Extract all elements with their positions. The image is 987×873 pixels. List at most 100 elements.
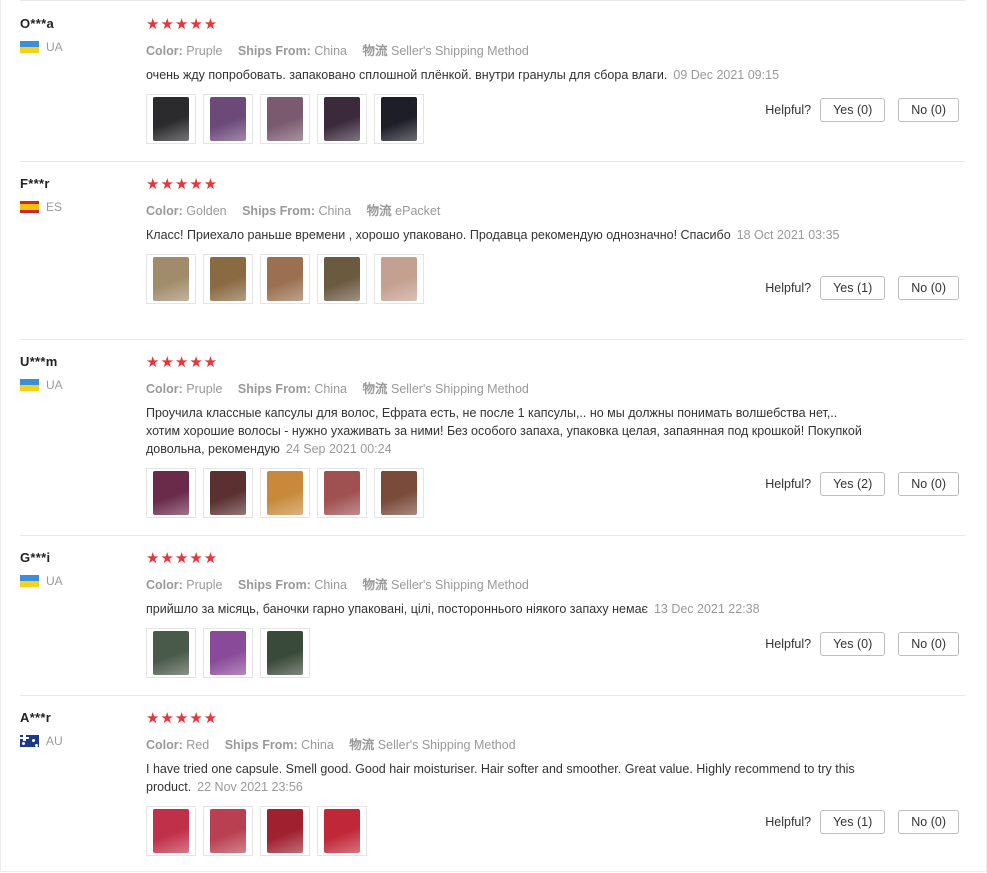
review-text: прийшло за місяць, баночки гарно упакова… [146, 600, 866, 618]
helpful-vote: Helpful? Yes (0) No (0) [765, 632, 959, 656]
review-photo[interactable] [203, 254, 253, 304]
reviewer-name: U***m [20, 354, 58, 369]
helpful-no-button[interactable]: No (0) [898, 632, 959, 656]
star-rating: ★★★★★ [146, 354, 219, 371]
photo-image [267, 471, 303, 515]
photo-image [381, 257, 417, 301]
review-photos [146, 94, 866, 144]
review-content: ★★★★★ Color: Golden Ships From: China 物流… [146, 176, 866, 304]
helpful-vote: Helpful? Yes (0) No (0) [765, 98, 959, 122]
review-photo[interactable] [260, 806, 310, 856]
review-content: ★★★★★ Color: Pruple Ships From: China 物流… [146, 16, 866, 144]
photo-image [267, 97, 303, 141]
photo-image [153, 471, 189, 515]
review-photo[interactable] [203, 468, 253, 518]
review-photo[interactable] [203, 628, 253, 678]
photo-image [210, 471, 246, 515]
photo-image [153, 257, 189, 301]
ukraine-flag-icon [20, 41, 39, 53]
helpful-yes-button[interactable]: Yes (1) [820, 276, 886, 300]
helpful-label: Helpful? [765, 281, 812, 295]
review-date: 18 Oct 2021 03:35 [736, 228, 840, 242]
ships-from-label: Ships From: [242, 204, 316, 218]
review-photo[interactable] [260, 254, 310, 304]
color-label: Color: [146, 382, 183, 396]
reviewer-country: AU [20, 734, 130, 748]
review-photo[interactable] [260, 468, 310, 518]
review-photo[interactable] [260, 628, 310, 678]
color-label: Color: [146, 204, 183, 218]
reviewer-info: G***i UA [20, 550, 130, 588]
review-meta: Color: Golden Ships From: China 物流 ePack… [146, 200, 866, 219]
review-body: прийшло за місяць, баночки гарно упакова… [146, 602, 648, 616]
helpful-yes-button[interactable]: Yes (0) [820, 632, 886, 656]
review-photo[interactable] [146, 94, 196, 144]
review-body: очень жду попробовать. запаковано сплошн… [146, 68, 668, 82]
logistics-label: 物流 [366, 204, 392, 218]
ships-from-value: China [314, 578, 347, 592]
reviewer-info: F***r ES [20, 176, 130, 214]
country-code: AU [46, 734, 63, 748]
helpful-yes-button[interactable]: Yes (1) [820, 810, 886, 834]
photo-image [210, 631, 246, 675]
review-photo[interactable] [146, 254, 196, 304]
review-photo[interactable] [146, 806, 196, 856]
helpful-no-button[interactable]: No (0) [898, 276, 959, 300]
review-photo[interactable] [374, 254, 424, 304]
reviewer-country: UA [20, 574, 130, 588]
color-value: Pruple [186, 578, 223, 592]
review-photo[interactable] [317, 806, 367, 856]
logistics-label: 物流 [362, 382, 388, 396]
helpful-yes-button[interactable]: Yes (2) [820, 472, 886, 496]
review-item: O***a UA ★★★★★ Color: Pruple Ships From:… [20, 2, 965, 162]
spain-flag-icon [20, 201, 39, 213]
review-photo[interactable] [203, 94, 253, 144]
photo-image [153, 97, 189, 141]
star-rating: ★★★★★ [146, 16, 219, 33]
ships-from-value: China [301, 738, 334, 752]
photo-image [324, 471, 360, 515]
reviewer-country: UA [20, 378, 130, 392]
color-value: Red [186, 738, 210, 752]
ships-from-label: Ships From: [237, 578, 311, 592]
review-date: 09 Dec 2021 09:15 [673, 68, 780, 82]
review-meta: Color: Pruple Ships From: China 物流 Selle… [146, 378, 866, 397]
review-photo[interactable] [260, 94, 310, 144]
helpful-no-button[interactable]: No (0) [898, 810, 959, 834]
review-meta: Color: Pruple Ships From: China 物流 Selle… [146, 40, 866, 59]
helpful-label: Helpful? [765, 477, 812, 491]
country-code: UA [46, 378, 63, 392]
review-text: Проучила классные капсулы для волос, Ефр… [146, 404, 866, 458]
ships-from-value: China [314, 44, 347, 58]
review-photo[interactable] [317, 468, 367, 518]
review-photo[interactable] [317, 94, 367, 144]
helpful-label: Helpful? [765, 815, 812, 829]
review-body: Класс! Приехало раньше времени , хорошо … [146, 228, 731, 242]
australia-flag-icon [20, 735, 39, 747]
color-value: Pruple [186, 44, 223, 58]
review-date: 13 Dec 2021 22:38 [653, 602, 760, 616]
helpful-no-button[interactable]: No (0) [898, 472, 959, 496]
review-photo[interactable] [374, 94, 424, 144]
ukraine-flag-icon [20, 379, 39, 391]
photo-image [153, 809, 189, 853]
review-photo[interactable] [146, 628, 196, 678]
photo-image [324, 809, 360, 853]
reviewer-info: U***m UA [20, 354, 130, 392]
review-photo[interactable] [374, 468, 424, 518]
ships-from-value: China [318, 204, 352, 218]
review-date: 22 Nov 2021 23:56 [197, 780, 303, 794]
review-meta: Color: Pruple Ships From: China 物流 Selle… [146, 574, 866, 593]
review-photo[interactable] [203, 806, 253, 856]
helpful-no-button[interactable]: No (0) [898, 98, 959, 122]
star-rating: ★★★★★ [146, 176, 219, 193]
helpful-yes-button[interactable]: Yes (0) [820, 98, 886, 122]
review-item: G***i UA ★★★★★ Color: Pruple Ships From:… [20, 536, 965, 696]
review-text: I have tried one capsule. Smell good. Go… [146, 760, 866, 796]
shipping-method-value: Seller's Shipping Method [390, 44, 529, 58]
review-photo[interactable] [317, 254, 367, 304]
country-code: UA [46, 40, 63, 54]
photo-image [267, 631, 303, 675]
photo-image [324, 97, 360, 141]
review-photo[interactable] [146, 468, 196, 518]
